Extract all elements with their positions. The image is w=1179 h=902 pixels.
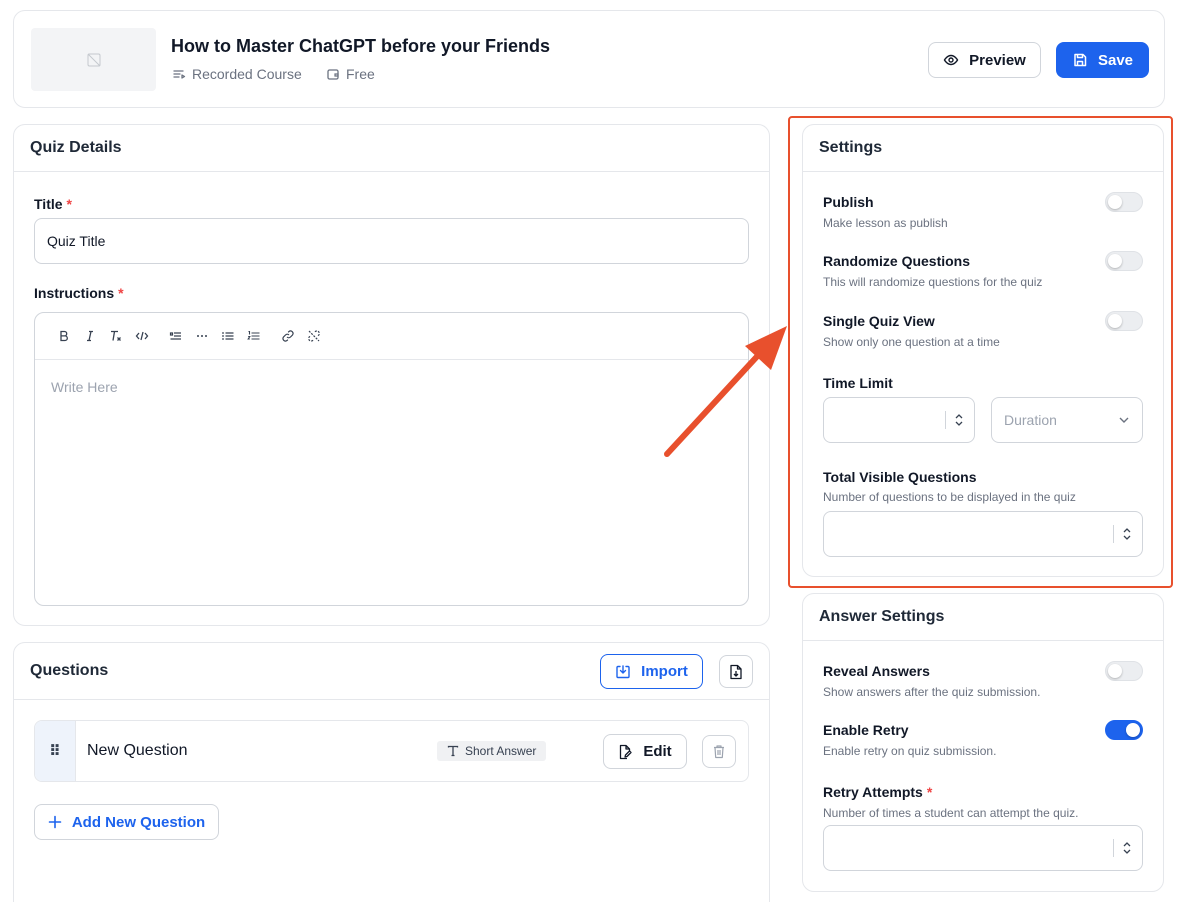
import-button[interactable]: Import — [600, 654, 703, 689]
retry-attempts-title: Retry Attempts * — [823, 784, 932, 800]
answer-settings-heading: Answer Settings — [803, 594, 1163, 641]
instructions-label: Instructions * — [34, 285, 124, 301]
trash-icon — [714, 745, 724, 759]
numbered-list-icon[interactable] — [241, 323, 267, 349]
reveal-answers-toggle[interactable] — [1105, 661, 1143, 681]
download-file-button[interactable] — [719, 655, 753, 688]
preview-button[interactable]: Preview — [928, 42, 1041, 78]
course-header: How to Master ChatGPT before your Friend… — [13, 10, 1165, 108]
questions-heading: Questions — [30, 662, 109, 679]
bold-icon[interactable] — [51, 323, 77, 349]
single-view-title: Single Quiz View — [823, 313, 935, 329]
course-type-label: Recorded Course — [192, 66, 302, 82]
retry-attempts-input[interactable] — [823, 825, 1143, 871]
randomize-title: Randomize Questions — [823, 253, 971, 269]
single-view-toggle[interactable] — [1105, 311, 1143, 331]
reveal-answers-title: Reveal Answers — [823, 663, 930, 679]
required-mark: * — [118, 285, 124, 301]
enable-retry-toggle[interactable] — [1105, 720, 1143, 740]
save-button[interactable]: Save — [1056, 42, 1149, 78]
enable-retry-title: Enable Retry — [823, 722, 909, 738]
quiz-title-input[interactable] — [34, 218, 749, 264]
add-new-question-button[interactable]: Add New Question — [34, 804, 219, 840]
course-title: How to Master ChatGPT before your Friend… — [171, 36, 551, 56]
code-icon[interactable] — [129, 323, 155, 349]
required-mark: * — [926, 784, 933, 800]
time-limit-input[interactable] — [823, 397, 975, 443]
answer-settings-panel: Answer Settings Reveal Answers Show answ… — [802, 593, 1164, 892]
required-mark: * — [66, 196, 72, 212]
instructions-editor[interactable]: Write Here — [34, 312, 749, 606]
reveal-answers-desc: Show answers after the quiz submission. — [823, 685, 1041, 699]
import-icon — [616, 664, 630, 678]
randomize-desc: This will randomize questions for the qu… — [823, 275, 1043, 289]
retry-attempts-label: Retry Attempts — [823, 784, 923, 800]
wallet-icon — [327, 69, 339, 80]
add-question-label: Add New Question — [71, 813, 206, 831]
questions-header: Questions Import — [14, 643, 769, 700]
preview-label: Preview — [969, 51, 1026, 69]
edit-label: Edit — [643, 743, 672, 760]
quiz-details-panel: Quiz Details Title* Instructions* Write … — [13, 124, 770, 626]
publish-toggle[interactable] — [1105, 192, 1143, 212]
file-download-icon — [730, 664, 742, 679]
image-placeholder-icon — [87, 53, 100, 66]
title-label: Title * — [34, 196, 72, 212]
course-type: Recorded Course — [172, 66, 302, 82]
stepper-icon[interactable] — [1113, 525, 1132, 543]
question-type-label: Short Answer — [465, 744, 537, 758]
duration-select[interactable]: Duration — [991, 397, 1143, 443]
edit-file-icon — [620, 744, 632, 759]
course-thumbnail — [31, 28, 156, 91]
instructions-label-text: Instructions — [34, 285, 115, 301]
visible-questions-desc: Number of questions to be displayed in t… — [823, 490, 1076, 504]
questions-panel: Questions Import ⠿ New Question Short An… — [13, 642, 770, 902]
course-price-label: Free — [346, 66, 375, 82]
enable-retry-desc: Enable retry on quiz submission. — [823, 744, 997, 758]
save-label: Save — [1097, 51, 1134, 69]
single-view-desc: Show only one question at a time — [823, 335, 1000, 349]
quiz-details-heading: Quiz Details — [14, 125, 769, 172]
retry-attempts-desc: Number of times a student can attempt th… — [823, 806, 1079, 820]
link-icon[interactable] — [275, 323, 301, 349]
settings-panel: Settings Publish Make lesson as publish … — [802, 124, 1164, 577]
stepper-icon[interactable] — [1113, 839, 1132, 857]
title-label-text: Title — [34, 196, 63, 212]
eye-icon — [943, 54, 959, 66]
course-price: Free — [326, 66, 375, 82]
question-item: ⠿ New Question Short Answer Edit — [34, 720, 749, 782]
publish-desc: Make lesson as publish — [823, 216, 948, 230]
editor-placeholder: Write Here — [51, 379, 118, 395]
stepper-icon[interactable] — [945, 411, 964, 429]
text-type-icon — [447, 745, 459, 757]
clear-format-icon[interactable] — [103, 323, 129, 349]
settings-heading: Settings — [803, 125, 1163, 172]
chevron-down-icon — [1119, 417, 1129, 423]
question-name: New Question — [87, 742, 188, 759]
edit-question-button[interactable]: Edit — [603, 734, 687, 769]
italic-icon[interactable] — [77, 323, 103, 349]
delete-question-button[interactable] — [702, 735, 736, 768]
randomize-toggle[interactable] — [1105, 251, 1143, 271]
visible-questions-input[interactable] — [823, 511, 1143, 557]
more-icon[interactable] — [189, 323, 215, 349]
unlink-icon[interactable] — [301, 323, 327, 349]
editor-toolbar — [35, 313, 748, 360]
question-type-badge: Short Answer — [437, 741, 547, 761]
publish-title: Publish — [823, 194, 874, 210]
drag-handle-icon[interactable]: ⠿ — [35, 721, 76, 781]
duration-placeholder: Duration — [1004, 412, 1057, 428]
list-icon — [173, 70, 186, 79]
bullet-list-icon[interactable] — [215, 323, 241, 349]
plus-icon — [48, 815, 62, 829]
save-icon — [1074, 53, 1087, 67]
blockquote-icon[interactable] — [163, 323, 189, 349]
import-label: Import — [641, 663, 688, 680]
time-limit-title: Time Limit — [823, 375, 893, 391]
visible-questions-title: Total Visible Questions — [823, 469, 977, 485]
